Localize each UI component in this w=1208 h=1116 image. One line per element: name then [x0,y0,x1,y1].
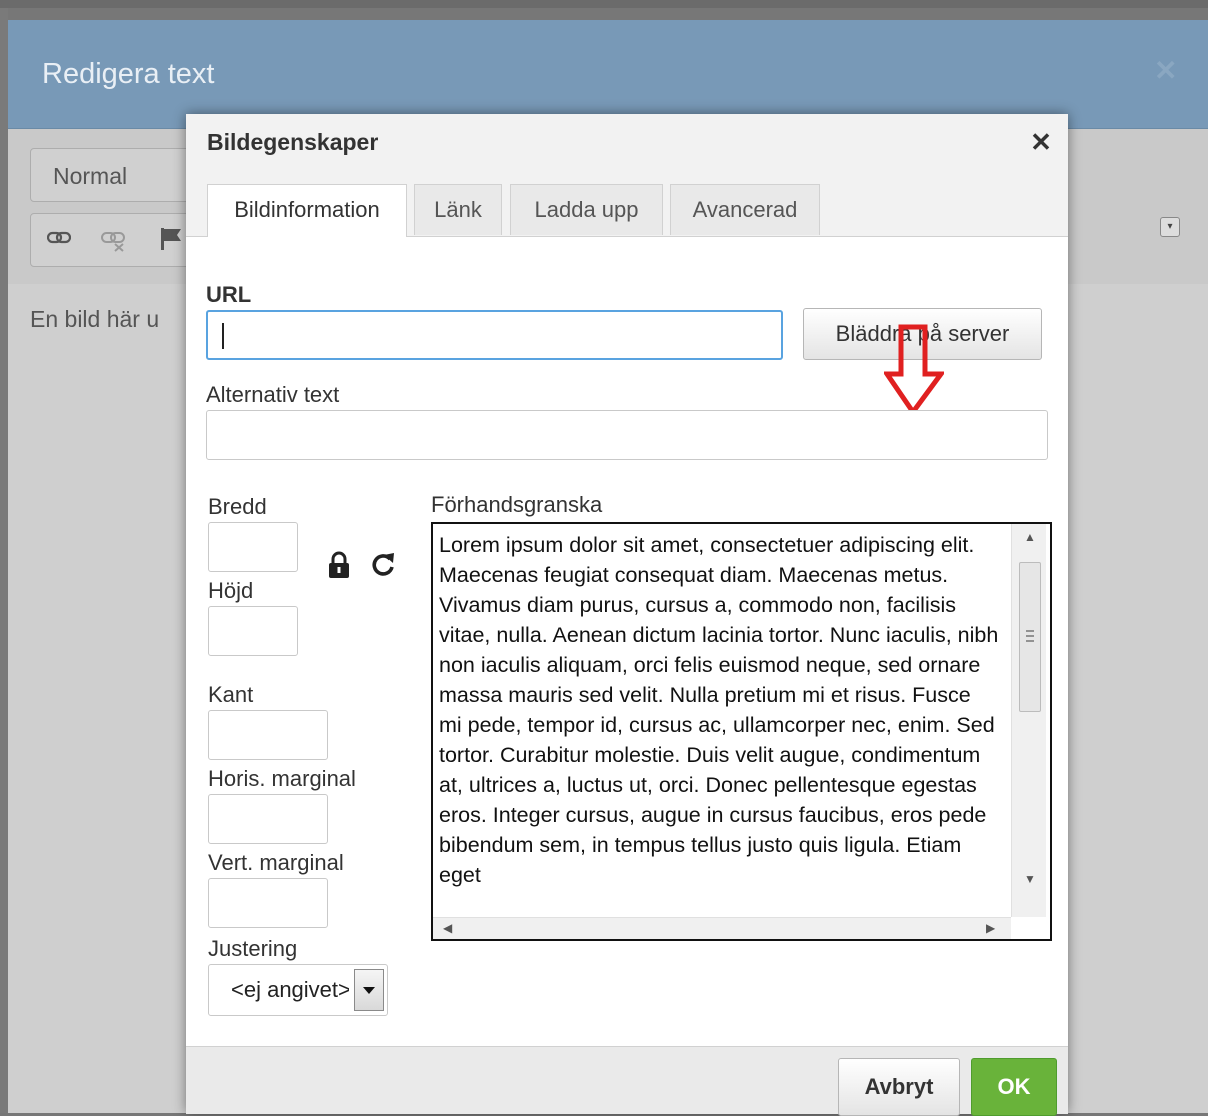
height-label: Höjd [208,578,254,603]
border-label: Kant [208,682,254,707]
dialog-tabbar: Bildinformation Länk Ladda upp Avancerad [186,172,1068,237]
editor-title: Redigera text [42,58,215,90]
editor-header: Redigera text ✕ [8,20,1208,129]
width-input[interactable] [208,522,298,572]
dialog-footer: Avbryt OK [186,1046,1068,1116]
down-arrow-icon [884,324,944,416]
tab-avancerad[interactable]: Avancerad [670,184,820,235]
url-input[interactable] [206,310,783,360]
cancel-button[interactable]: Avbryt [838,1058,960,1116]
vspace-label: Vert. marginal [208,850,344,875]
dialog-titlebar[interactable]: Bildegenskaper ✕ [186,114,1068,172]
preview-box: Lorem ipsum dolor sit amet, consectetuer… [431,522,1052,941]
grip-icon [1026,630,1034,642]
reset-size-icon[interactable] [369,550,397,580]
dialog-body: URL Bläddra på server Alternativ text Br… [186,236,1068,1046]
scroll-left-icon[interactable]: ◀ [443,921,452,935]
preview-text: Lorem ipsum dolor sit amet, consectetuer… [439,533,999,887]
text-cursor [222,323,224,349]
border-input[interactable] [208,710,328,760]
tab-bildinformation[interactable]: Bildinformation [207,184,407,237]
editor-close-icon[interactable]: ✕ [1154,54,1177,87]
alt-text-label: Alternativ text [206,382,340,407]
background-strip-top [0,0,1208,8]
dialog-title: Bildegenskaper [207,129,379,155]
align-select[interactable]: <ej angivet> [208,964,388,1016]
anchor-flag-icon[interactable] [159,226,183,252]
preview-horizontal-scrollbar[interactable]: ◀ ▶ [433,917,1011,939]
toolbar-collapse-button[interactable]: ▾ [1160,217,1180,237]
align-select-arrow[interactable] [354,969,384,1011]
editor-content-text: En bild här u [30,306,160,332]
hspace-label: Horis. marginal [208,766,356,791]
align-select-value: <ej angivet> [231,977,349,1002]
lock-icon[interactable] [325,550,353,580]
align-label: Justering [208,936,298,961]
scroll-right-icon[interactable]: ▶ [986,921,995,935]
alt-text-input[interactable] [206,410,1048,460]
preview-label: Förhandsgranska [431,492,603,517]
close-icon[interactable]: ✕ [1029,129,1053,155]
tab-lank[interactable]: Länk [414,184,502,235]
tab-ladda-upp[interactable]: Ladda upp [510,184,663,235]
image-properties-dialog: Bildegenskaper ✕ Bildinformation Länk La… [186,114,1068,1116]
hspace-input[interactable] [208,794,328,844]
link-icon[interactable] [47,230,71,246]
preview-vertical-scrollbar[interactable]: ▲ ▼ [1011,524,1046,917]
format-select-value: Normal [53,163,128,189]
format-select[interactable]: Normal [30,148,202,202]
scroll-down-icon[interactable]: ▼ [1024,872,1036,886]
scroll-thumb[interactable] [1019,562,1041,712]
height-input[interactable] [208,606,298,656]
background-strip-left [0,8,8,1113]
url-label: URL [206,282,252,307]
chevron-down-icon [363,987,375,994]
width-label: Bredd [208,494,267,519]
scroll-up-icon[interactable]: ▲ [1024,530,1036,544]
ok-button[interactable]: OK [971,1058,1057,1116]
vspace-input[interactable] [208,878,328,928]
link-toolbar-group [30,213,202,267]
unlink-icon[interactable] [101,230,127,252]
